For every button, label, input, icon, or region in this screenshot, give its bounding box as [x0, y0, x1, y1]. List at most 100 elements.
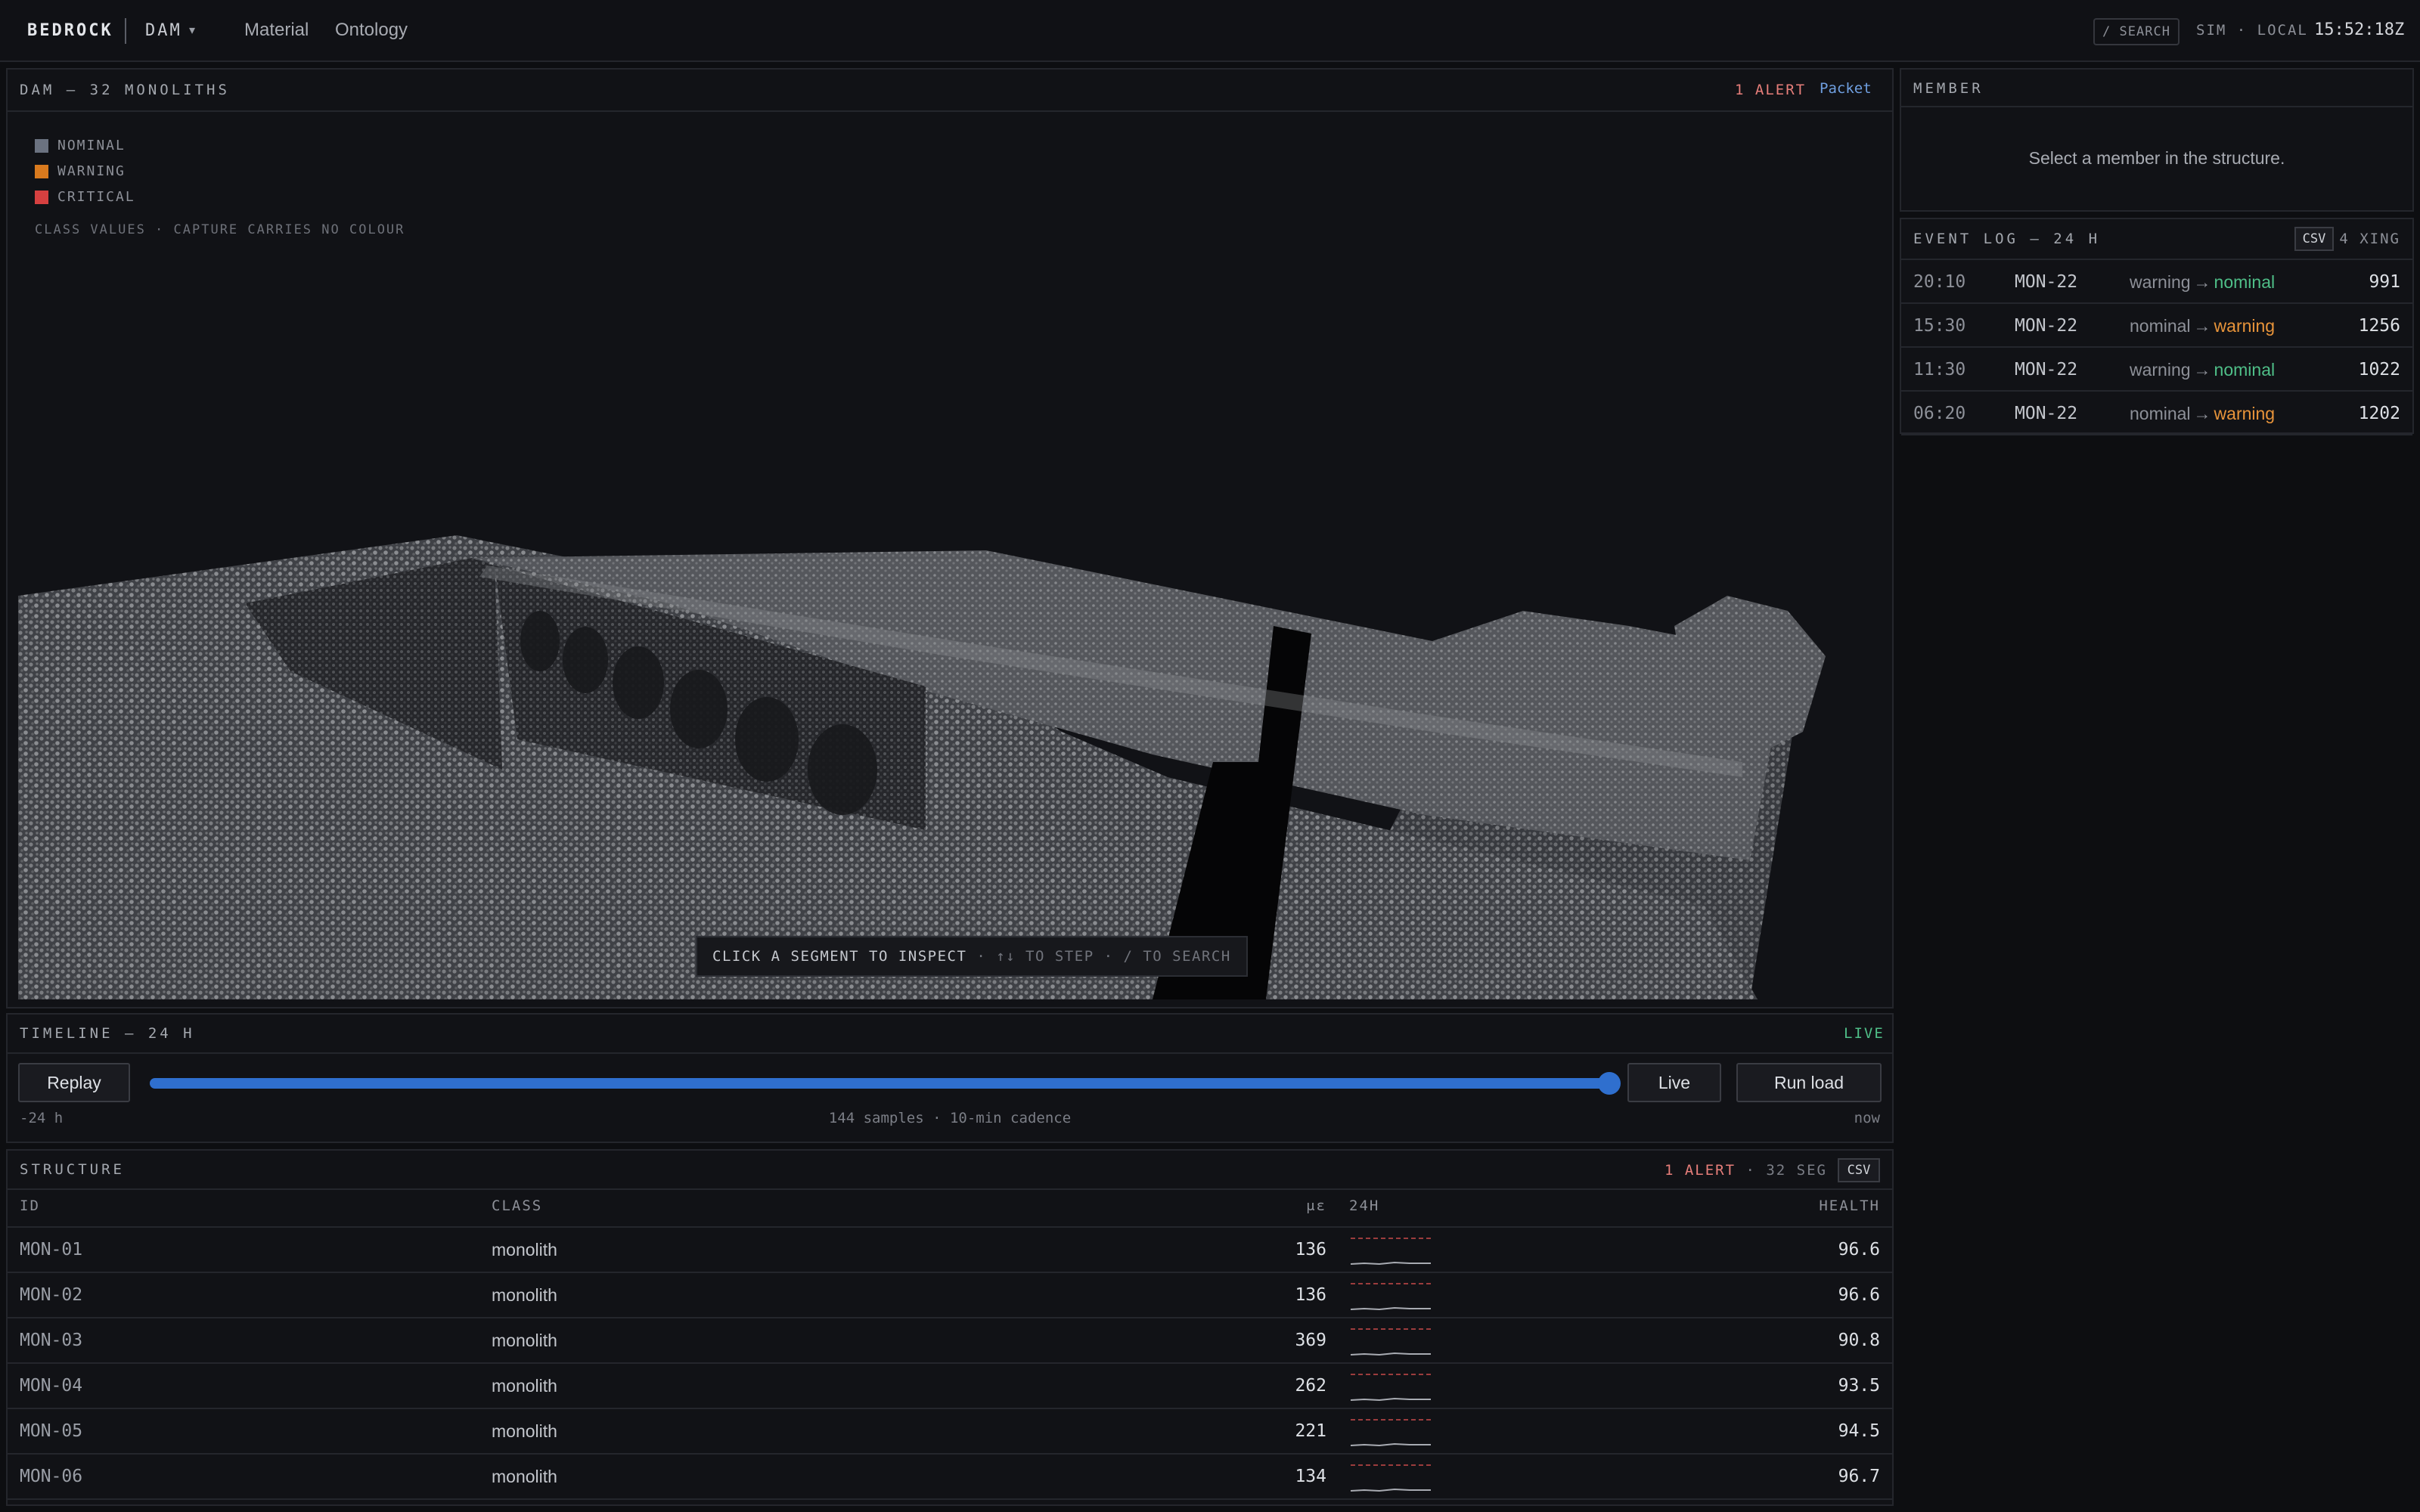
event-log-panel: EVENT LOG — 24 H CSV 4 XING 20:10 MON-22 w… [1900, 218, 2414, 435]
column-header-microstrain[interactable]: με [1306, 1198, 1326, 1214]
sparkline-trace [1350, 1488, 1431, 1492]
segment-id: MON-05 [20, 1421, 83, 1441]
event-value: 1202 [2358, 404, 2400, 423]
sparkline-24h [1350, 1374, 1431, 1402]
event-to-state: warning [2214, 404, 2276, 423]
segment-microstrain: 262 [1295, 1376, 1326, 1396]
brand-divider [125, 18, 126, 44]
event-row[interactable]: 20:10 MON-22 warning → nominal 991 [1901, 260, 2412, 304]
table-row[interactable]: MON-06 monolith 134 96.7 [8, 1455, 1892, 1500]
timeline-slider-track[interactable] [150, 1078, 1609, 1089]
event-row[interactable]: 06:20 MON-22 nominal → warning 1202 [1901, 392, 2412, 435]
segment-id: MON-02 [20, 1285, 83, 1305]
table-row[interactable]: MON-04 monolith 262 93.5 [8, 1364, 1892, 1409]
event-time: 15:30 [1913, 316, 1966, 336]
sparkline-24h [1350, 1238, 1431, 1266]
segment-id: MON-03 [20, 1331, 83, 1350]
event-time: 06:20 [1913, 404, 1966, 423]
segment-health: 96.6 [1838, 1285, 1880, 1305]
timeline-end-label: now [1854, 1110, 1880, 1126]
table-row[interactable]: MON-05 monolith 221 94.5 [8, 1409, 1892, 1455]
live-button[interactable]: Live [1627, 1063, 1721, 1102]
search-button[interactable]: / SEARCH [2093, 18, 2180, 45]
segment-class: monolith [492, 1240, 557, 1259]
structure-title: STRUCTURE [20, 1161, 125, 1178]
sparkline-trace [1350, 1442, 1431, 1447]
column-header-id[interactable]: ID [20, 1198, 40, 1214]
legend-label: CRITICAL [57, 189, 135, 205]
segment-class: monolith [492, 1285, 557, 1305]
timeline-panel: TIMELINE — 24 H LIVE Replay Live Run loa… [6, 1013, 1894, 1143]
segment-health: 96.7 [1838, 1467, 1880, 1486]
table-row[interactable]: MON-01 monolith 136 96.6 [8, 1228, 1892, 1273]
table-row[interactable]: MON-02 monolith 136 96.6 [8, 1273, 1892, 1318]
event-from-state: warning [2130, 272, 2191, 292]
event-segment: MON-22 [2015, 272, 2078, 292]
chevron-down-icon[interactable]: ▾ [189, 23, 195, 38]
utc-clock: 15:52:18Z [2314, 20, 2405, 39]
event-log-title: EVENT LOG — 24 H [1913, 231, 2101, 247]
arrow-right-icon: → [2193, 316, 2211, 336]
structure-viewport: DAM — 32 MONOLITHS 1 ALERT Packet NOMINA… [6, 68, 1894, 1009]
point-cloud-scene[interactable] [18, 112, 1883, 999]
segment-health: 94.5 [1838, 1421, 1880, 1441]
segment-microstrain: 221 [1295, 1421, 1326, 1441]
legend-swatch [35, 165, 48, 178]
segment-id: MON-06 [20, 1467, 83, 1486]
legend-note: CLASS VALUES · CAPTURE CARRIES NO COLOUR [35, 222, 405, 237]
structure-csv-button[interactable]: CSV [1838, 1158, 1880, 1182]
hint-primary: CLICK A SEGMENT TO INSPECT [712, 948, 967, 965]
event-row[interactable]: 15:30 MON-22 nominal → warning 1256 [1901, 304, 2412, 348]
member-empty-state: Select a member in the structure. [2028, 148, 2285, 168]
member-title: MEMBER [1913, 80, 1984, 97]
hint-secondary: · ↑↓ TO STEP · / TO SEARCH [966, 948, 1231, 965]
segment-microstrain: 136 [1295, 1285, 1326, 1305]
viewport-alert-count[interactable]: 1 ALERT [1735, 82, 1806, 98]
event-log-csv-button[interactable]: CSV [2294, 227, 2334, 251]
column-header-24h: 24H [1349, 1198, 1380, 1214]
project-selector[interactable]: DAM [145, 21, 182, 40]
event-transition: warning → nominal [2130, 272, 2275, 293]
segment-health: 96.6 [1838, 1240, 1880, 1259]
table-row[interactable]: MON-03 monolith 369 90.8 [8, 1318, 1892, 1364]
arrow-right-icon: → [2193, 404, 2211, 423]
timeline-slider-handle[interactable] [1598, 1072, 1621, 1095]
event-segment: MON-22 [2015, 404, 2078, 423]
column-header-health[interactable]: HEALTH [1819, 1198, 1880, 1214]
sparkline-24h [1350, 1419, 1431, 1447]
event-row[interactable]: 11:30 MON-22 warning → nominal 1022 [1901, 348, 2412, 392]
run-load-button[interactable]: Run load [1736, 1063, 1882, 1102]
structure-table-panel: STRUCTURE 1 ALERT · 32 SEG CSV ID CLASS … [6, 1149, 1894, 1506]
column-header-class[interactable]: CLASS [492, 1198, 542, 1214]
replay-button[interactable]: Replay [18, 1063, 130, 1102]
event-segment: MON-22 [2015, 316, 2078, 336]
event-time: 11:30 [1913, 360, 1966, 380]
event-from-state: nominal [2130, 316, 2191, 336]
event-to-state: warning [2214, 316, 2276, 336]
segment-class: monolith [492, 1421, 557, 1441]
nav-ontology[interactable]: Ontology [335, 20, 408, 41]
event-to-state: nominal [2214, 360, 2276, 380]
crossing-count: 4 XING [2339, 231, 2400, 247]
structure-alert-count[interactable]: 1 ALERT [1665, 1162, 1736, 1179]
sparkline-trace [1350, 1352, 1431, 1356]
event-transition: nominal → warning [2130, 316, 2275, 336]
inspect-hint: CLICK A SEGMENT TO INSPECT · ↑↓ TO STEP … [696, 936, 1248, 977]
legend-label: NOMINAL [57, 138, 126, 153]
event-value: 1022 [2358, 360, 2400, 380]
packet-link[interactable]: Packet [1820, 80, 1872, 97]
event-value: 991 [2369, 272, 2400, 292]
event-to-state: nominal [2214, 272, 2276, 292]
event-time: 20:10 [1913, 272, 1966, 292]
segment-health: 90.8 [1838, 1331, 1880, 1350]
live-badge: LIVE [1844, 1025, 1885, 1042]
member-panel: MEMBER Select a member in the structure. [1900, 68, 2414, 212]
segment-id: MON-01 [20, 1240, 83, 1259]
brand-logo[interactable]: BEDROCK [27, 21, 113, 40]
legend-swatch [35, 139, 48, 153]
segment-id: MON-04 [20, 1376, 83, 1396]
environment-indicator: SIM · LOCAL [2196, 22, 2308, 39]
top-bar: BEDROCK DAM ▾ Material Ontology / SEARCH… [0, 0, 2420, 62]
nav-material[interactable]: Material [244, 20, 309, 41]
timeline-title: TIMELINE — 24 H [20, 1025, 195, 1042]
